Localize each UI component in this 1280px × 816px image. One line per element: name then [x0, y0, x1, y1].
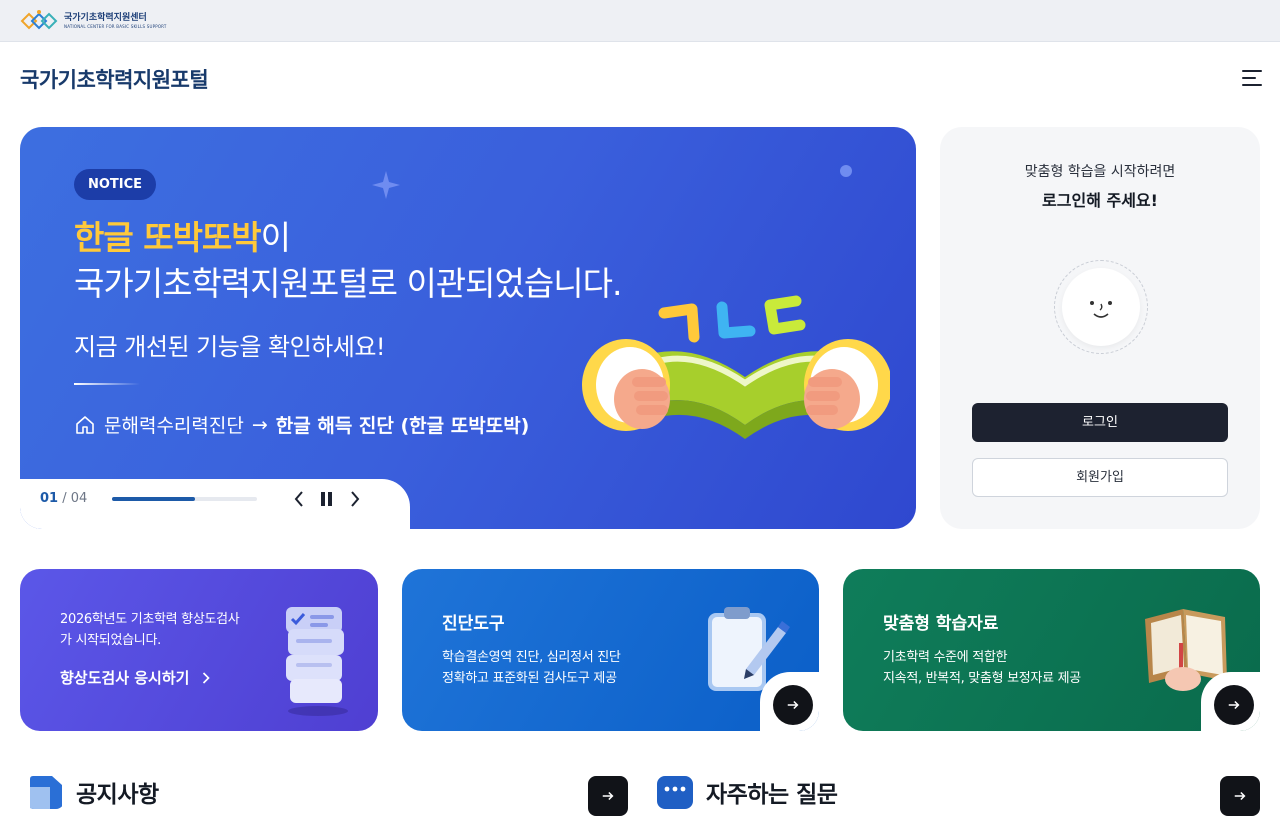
card2-go-button[interactable] — [773, 685, 813, 725]
arrow-right-icon — [787, 700, 799, 710]
book-hands-illustration — [582, 295, 890, 439]
notice-title[interactable]: 공지사항 — [76, 775, 159, 809]
headline-line2: 국가기초학력지원포털로 이관되었습니다. — [74, 264, 622, 303]
improvement-test-card[interactable]: 2026학년도 기초학력 향상도검사가 시작되었습니다. 향상도검사 응시하기 — [20, 569, 378, 731]
card2-desc: 학습결손영역 진단, 심리정서 진단 정확하고 표준화된 검사도구 제공 — [442, 647, 621, 689]
card3-desc: 기초학력 수준에 적합한 지속적, 반복적, 맞춤형 보정자료 제공 — [883, 647, 1081, 689]
menu-line-icon — [1242, 70, 1262, 72]
slide-progress-fill — [112, 497, 195, 501]
card3-desc-line2: 지속적, 반복적, 맞춤형 보정자료 제공 — [883, 671, 1081, 686]
checklist-illustration — [286, 607, 348, 716]
chevron-right-icon — [351, 491, 360, 507]
card3-desc-line1: 기초학력 수준에 적합한 — [883, 650, 1008, 665]
card3-title: 맞춤형 학습자료 — [883, 614, 999, 634]
hero-divider — [74, 383, 140, 385]
learning-materials-card[interactable]: 맞춤형 학습자료 기초학력 수준에 적합한 지속적, 반복적, 맞춤형 보정자료… — [843, 569, 1260, 731]
join-button[interactable]: 회원가입 — [972, 458, 1228, 497]
headline-highlight: 한글 또박또박 — [74, 218, 262, 257]
pause-icon — [321, 492, 332, 506]
hero-subline: 지금 개선된 기능을 확인하세요! — [74, 333, 386, 361]
notice-more-button[interactable] — [588, 776, 628, 816]
faq-more-button[interactable] — [1220, 776, 1260, 816]
login-button[interactable]: 로그인 — [972, 403, 1228, 442]
card2-desc-line1: 학습결손영역 진단, 심리정서 진단 — [442, 650, 621, 665]
arrow-right-icon — [1228, 700, 1240, 710]
hero-headline: 한글 또박또박이 국가기초학력지원포털로 이관되었습니다. — [74, 215, 622, 307]
arrow-right-icon — [1234, 791, 1246, 801]
notice-section-header: 공지사항 — [26, 775, 159, 809]
prev-slide-button[interactable] — [290, 489, 310, 509]
headline-particle: 이 — [260, 218, 291, 257]
login-prompt-line1: 맞춤형 학습을 시작하려면 — [1024, 164, 1176, 180]
faq-title[interactable]: 자주하는 질문 — [706, 775, 838, 809]
logo-text-ko: 국가기초학력지원센터 — [64, 12, 147, 23]
slide-progress-bar — [112, 497, 257, 501]
chevron-right-icon — [203, 671, 211, 684]
notice-document-icon — [30, 776, 62, 809]
center-logo[interactable]: 국가기초학력지원센터 NATIONAL CENTER FOR BASIC SKI… — [20, 8, 167, 34]
smile-face-icon — [1090, 301, 1112, 318]
path-to: 한글 해득 진단 (한글 또박또박) — [275, 415, 530, 437]
hero-banner[interactable]: NOTICE 한글 또박또박이 국가기초학력지원포털로 이관되었습니다. 지금 … — [20, 127, 916, 529]
take-test-link[interactable]: 향상도검사 응시하기 — [60, 667, 211, 688]
logo-mark-icon — [20, 10, 58, 30]
diagnostic-tools-card[interactable]: 진단도구 학습결손영역 진단, 심리정서 진단 정확하고 표준화된 검사도구 제… — [402, 569, 819, 731]
slide-total: 04 — [70, 491, 88, 506]
hero-path: 문해력수리력진단 → 한글 해득 진단 (한글 또박또박) — [74, 411, 529, 438]
site-title[interactable]: 국가기초학력지원포털 — [20, 64, 209, 94]
card2-desc-line2: 정확하고 표준화된 검사도구 제공 — [442, 671, 617, 686]
sparkle-icon — [372, 171, 400, 199]
card2-title: 진단도구 — [442, 614, 505, 634]
card1-text: 2026학년도 기초학력 향상도검사가 시작되었습니다. — [60, 612, 240, 648]
decorative-dot — [840, 165, 852, 177]
notice-badge: NOTICE — [74, 169, 157, 200]
slide-current: 01 — [40, 491, 59, 506]
slide-controls: 01 / 04 — [20, 479, 410, 529]
top-utility-bar: 국가기초학력지원센터 NATIONAL CENTER FOR BASIC SKI… — [0, 0, 1280, 42]
take-test-label: 향상도검사 응시하기 — [60, 669, 190, 687]
next-slide-button[interactable] — [344, 489, 364, 509]
logo-text-en: NATIONAL CENTER FOR BASIC SKILLS SUPPORT — [64, 23, 167, 29]
arrow-right-icon — [602, 791, 614, 801]
home-icon — [76, 415, 94, 434]
login-prompt-line2: 로그인해 주세요! — [1042, 191, 1158, 210]
pause-slide-button[interactable] — [317, 489, 337, 509]
chevron-left-icon — [294, 491, 303, 507]
menu-line-icon — [1242, 84, 1262, 86]
faq-chat-icon — [657, 776, 693, 809]
menu-button[interactable] — [1240, 68, 1264, 90]
faq-section-header: 자주하는 질문 — [656, 775, 838, 809]
slide-counter: 01 / 04 — [40, 491, 87, 506]
login-panel: 맞춤형 학습을 시작하려면 로그인해 주세요! 로그인 회원가입 — [940, 127, 1260, 529]
avatar — [1062, 268, 1140, 346]
path-arrow: → — [251, 413, 268, 436]
slide-sep: / — [58, 491, 71, 506]
menu-line-icon — [1242, 77, 1256, 79]
path-from: 문해력수리력진단 — [104, 415, 244, 437]
card3-go-button[interactable] — [1214, 685, 1254, 725]
